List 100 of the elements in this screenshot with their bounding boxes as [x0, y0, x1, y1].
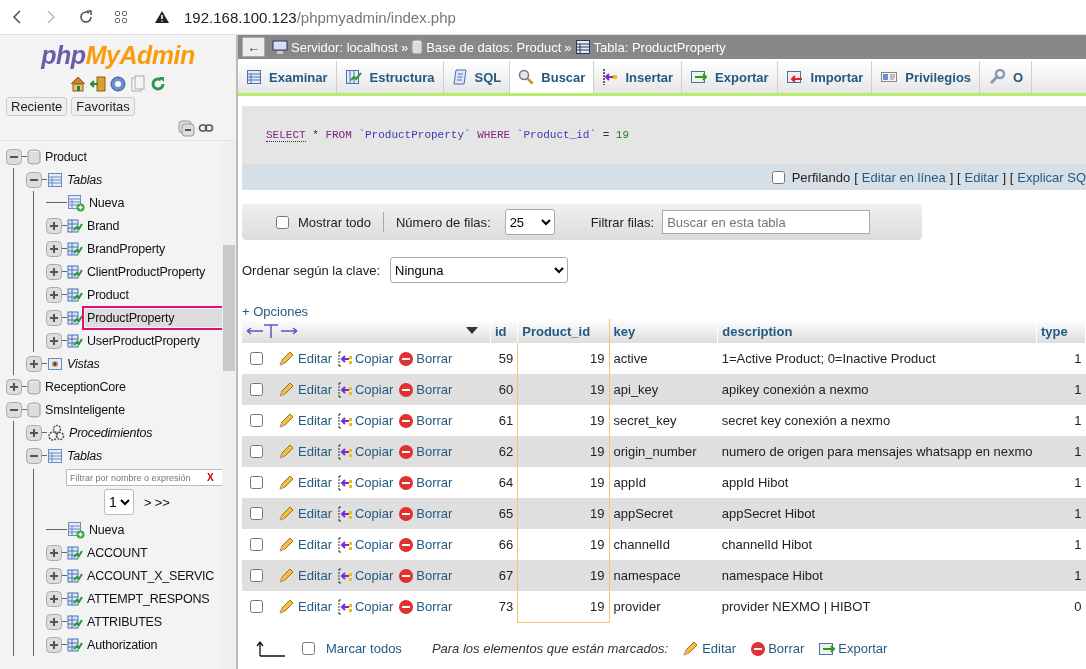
row-action-link[interactable]: Editar	[278, 474, 332, 491]
row-action-link[interactable]: Borrar	[398, 412, 453, 429]
expand-icon[interactable]	[46, 309, 62, 326]
sort-caret-icon[interactable]	[466, 327, 478, 335]
tree-item[interactable]: ATTEMPT_RESPONS	[85, 589, 212, 608]
tree-item[interactable]: ProductProperty	[85, 308, 222, 327]
collapse-icon[interactable]	[26, 171, 42, 188]
tree-item[interactable]: ATTRIBUTES	[85, 612, 164, 631]
expand-icon[interactable]	[46, 590, 62, 607]
tab[interactable]: Insertar	[594, 61, 683, 93]
column-header[interactable]: Product_id	[517, 319, 610, 343]
tree-item[interactable]: Procedimientos	[67, 423, 155, 442]
tree-item[interactable]: Tablas	[65, 170, 105, 189]
next-page-link[interactable]: > >>	[144, 494, 170, 510]
collapse-icon[interactable]	[6, 401, 22, 418]
tree-item[interactable]: Brand	[85, 216, 122, 235]
row-action-link[interactable]: Editar	[278, 381, 332, 398]
tab[interactable]: Estructura	[336, 61, 444, 93]
bulk-action-link[interactable]: Borrar	[750, 640, 805, 657]
row-action-link[interactable]: Borrar	[398, 350, 453, 367]
row-action-link[interactable]: Editar	[278, 536, 332, 553]
row-action-link[interactable]: Copiar	[336, 443, 394, 460]
row-checkbox[interactable]	[250, 507, 263, 520]
row-action-link[interactable]: Editar	[278, 567, 332, 584]
collapse-icon[interactable]	[26, 447, 42, 464]
filter-field[interactable]: Filtrar por nombre o expresión X	[66, 469, 222, 486]
breadcrumb-link[interactable]: Servidor: localhost	[291, 39, 398, 55]
expand-icon[interactable]	[46, 332, 62, 349]
row-checkbox[interactable]	[250, 352, 263, 365]
row-checkbox[interactable]	[250, 414, 263, 427]
row-action-link[interactable]: Editar	[278, 412, 332, 429]
expand-icon[interactable]	[46, 567, 62, 584]
reload-icon[interactable]	[149, 75, 167, 93]
expand-icon[interactable]	[46, 217, 62, 234]
tree-item[interactable]: Product	[85, 285, 131, 304]
row-action-link[interactable]: Borrar	[398, 567, 453, 584]
tree-item[interactable]: ClientProductProperty	[85, 262, 208, 281]
column-header[interactable]: id	[490, 319, 518, 343]
row-action-link[interactable]: Borrar	[398, 443, 453, 460]
expand-icon[interactable]	[46, 240, 62, 257]
tree-item[interactable]: ReceptionCore	[43, 377, 128, 396]
expand-icon[interactable]	[26, 424, 42, 441]
tab[interactable]: O	[980, 61, 1033, 93]
tree-item[interactable]: Product	[43, 147, 89, 166]
reload-icon[interactable]	[78, 9, 94, 25]
nav-tab-button[interactable]: Favoritas	[71, 97, 135, 116]
row-action-link[interactable]: Copiar	[336, 474, 394, 491]
expand-icon[interactable]	[46, 613, 62, 630]
expand-icon[interactable]	[46, 263, 62, 280]
check-all-checkbox[interactable]	[302, 642, 315, 655]
tree-item[interactable]: BrandProperty	[85, 239, 167, 258]
row-action-link[interactable]: Copiar	[336, 598, 394, 615]
row-action-link[interactable]: Borrar	[398, 536, 453, 553]
expand-icon[interactable]	[6, 378, 22, 395]
tab[interactable]: Examinar	[238, 61, 337, 93]
tab[interactable]: Exportar	[682, 61, 778, 93]
bulk-action-link[interactable]: Exportar	[818, 640, 888, 657]
row-action-link[interactable]: Borrar	[398, 505, 453, 522]
apps-grid-icon[interactable]	[114, 10, 128, 24]
row-action-link[interactable]: Borrar	[398, 474, 453, 491]
row-action-link[interactable]: Copiar	[336, 381, 394, 398]
expand-icon[interactable]	[46, 636, 62, 653]
row-action-link[interactable]: Borrar	[398, 598, 453, 615]
tree-item[interactable]: Nueva	[87, 193, 127, 212]
check-all-link[interactable]: Marcar todos	[326, 641, 402, 656]
row-action-link[interactable]: Copiar	[336, 536, 394, 553]
row-action-link[interactable]: Copiar	[336, 350, 394, 367]
tab[interactable]: Buscar	[510, 61, 595, 93]
expand-icon[interactable]	[46, 544, 62, 561]
options-link[interactable]: + Opciones	[242, 304, 309, 319]
collapse-all-icon[interactable]	[178, 120, 196, 138]
row-checkbox[interactable]	[250, 600, 263, 614]
filter-field[interactable]: Buscar en esta tabla	[662, 210, 871, 234]
row-action-link[interactable]: Copiar	[336, 412, 394, 429]
breadcrumb-link[interactable]: Tabla: ProductProperty	[593, 39, 726, 55]
row-checkbox[interactable]	[250, 538, 263, 551]
column-header[interactable]: type	[1036, 319, 1086, 343]
bulk-action-link[interactable]: Editar	[682, 640, 737, 657]
expand-icon[interactable]	[46, 286, 62, 303]
row-action-link[interactable]: Editar	[278, 443, 332, 460]
row-action-link[interactable]: Editar	[278, 505, 332, 522]
tab[interactable]: Privilegios	[872, 61, 981, 93]
nav-tab-button[interactable]: Reciente	[6, 97, 68, 116]
profiling-checkbox[interactable]	[771, 170, 785, 184]
row-action-link[interactable]: Editar	[278, 350, 332, 367]
row-checkbox[interactable]	[250, 383, 263, 396]
back-button[interactable]: ←	[242, 37, 265, 57]
address-bar[interactable]: 192.168.100.123/phpmyadmin/index.php	[184, 8, 456, 26]
home-icon[interactable]	[69, 75, 87, 93]
row-checkbox[interactable]	[250, 445, 263, 458]
tree-item[interactable]: SmsInteligente	[43, 400, 127, 419]
expand-icon[interactable]	[26, 355, 42, 372]
rows-select[interactable]: 25	[504, 209, 555, 235]
sort-select[interactable]: Ninguna	[390, 257, 569, 283]
collapse-icon[interactable]	[6, 148, 22, 165]
page-select[interactable]: 1	[104, 489, 134, 515]
tree-item[interactable]: UserProductProperty	[85, 331, 202, 350]
tree-item[interactable]: ACCOUNT_X_SERVIC	[85, 566, 217, 585]
back-icon[interactable]	[10, 9, 24, 25]
clear-button[interactable]: X	[207, 472, 214, 483]
